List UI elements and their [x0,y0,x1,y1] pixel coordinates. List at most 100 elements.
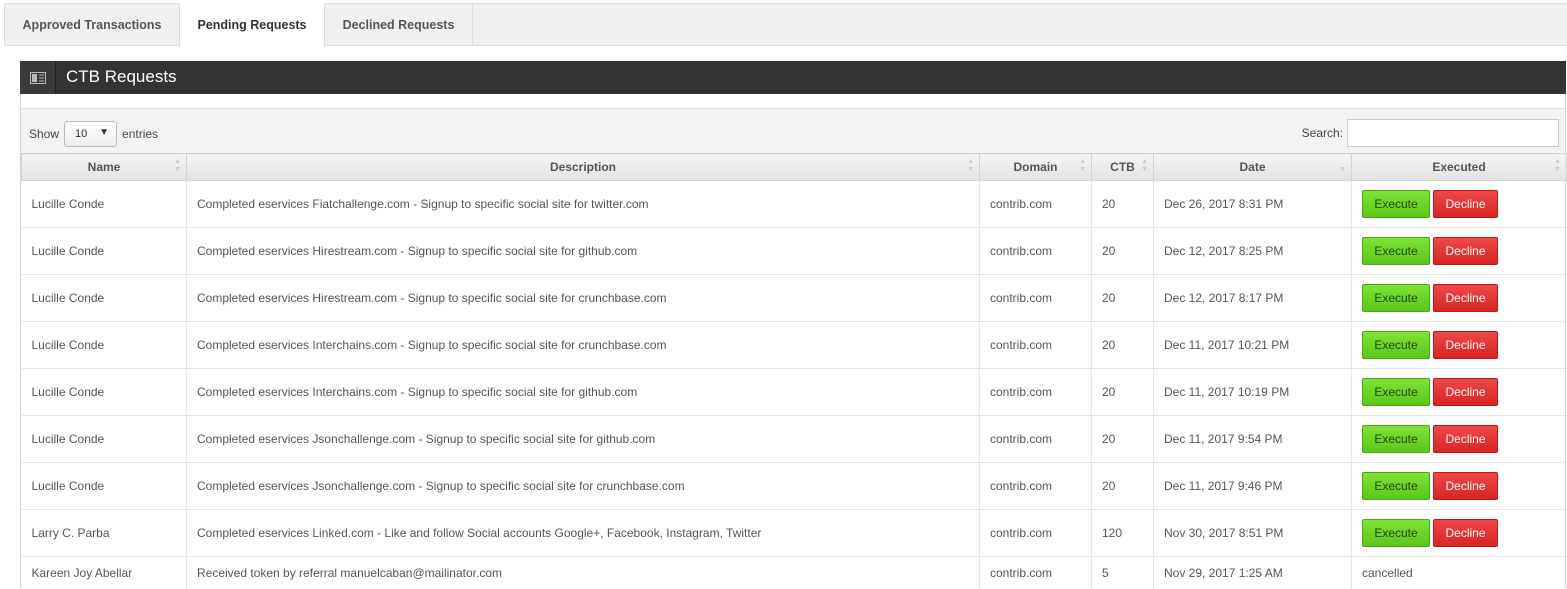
cell-name: Lucille Conde [21,227,187,275]
cell-executed-status: cancelled [1351,556,1567,589]
search-control: Search: [1302,119,1559,147]
sort-icon: ▲ ▼ [967,158,974,173]
cell-date: Nov 30, 2017 8:51 PM [1153,509,1352,557]
column-header-executed[interactable]: Executed ▲ ▼ [1351,153,1567,181]
cell-description: Completed eservices Fiatchallenge.com - … [186,180,980,228]
table-row: Lucille Conde Completed eservices Jsonch… [21,415,1567,463]
table-row: Lucille Conde Completed eservices Interc… [21,321,1567,369]
cell-ctb: 20 [1091,462,1154,510]
execute-button[interactable]: Execute [1362,284,1430,312]
tab-approved-transactions[interactable]: Approved Transactions [5,3,179,46]
cell-description: Completed eservices Linked.com - Like an… [186,509,980,557]
cell-date: Nov 29, 2017 1:25 AM [1153,556,1352,589]
table-row: Lucille Conde Completed eservices Hirest… [21,274,1567,322]
table-row: Lucille Conde Completed eservices Hirest… [21,227,1567,275]
cell-executed: Execute Decline [1351,368,1567,416]
cell-date: Dec 12, 2017 8:17 PM [1153,274,1352,322]
cell-ctb: 120 [1091,509,1154,557]
column-header-domain[interactable]: Domain ▲ ▼ [979,153,1092,181]
cell-name: Lucille Conde [21,462,187,510]
execute-button[interactable]: Execute [1362,425,1430,453]
decline-button[interactable]: Decline [1433,425,1498,453]
cell-date: Dec 26, 2017 8:31 PM [1153,180,1352,228]
entries-select[interactable]: 10 ▼ [64,121,118,147]
cell-executed: Execute Decline [1351,274,1567,322]
sort-icon: ▲ ▼ [174,158,181,173]
table-row: Lucille Conde Completed eservices Fiatch… [21,180,1567,228]
cell-name: Lucille Conde [21,368,187,416]
cell-executed: Execute Decline [1351,321,1567,369]
cell-domain: contrib.com [979,415,1092,463]
column-header-label: Date [1239,160,1266,174]
column-header-name[interactable]: Name ▲ ▼ [21,153,187,181]
cell-executed: Execute Decline [1351,462,1567,510]
cell-date: Dec 11, 2017 9:54 PM [1153,415,1352,463]
cell-date: Dec 12, 2017 8:25 PM [1153,227,1352,275]
search-input[interactable] [1347,119,1559,147]
cell-ctb: 20 [1091,321,1154,369]
column-header-label: Executed [1432,160,1486,174]
widget-body: Show 10 ▼ entries Search: Name ▲ ▼ Descrip… [20,94,1567,589]
cell-name: Lucille Conde [21,274,187,322]
tab-declined-requests[interactable]: Declined Requests [325,3,473,46]
execute-button[interactable]: Execute [1362,378,1430,406]
cell-domain: contrib.com [979,556,1092,589]
requests-table: Name ▲ ▼ Description ▲ ▼ Domain ▲ ▼ CTB ▲ ▼ Date… [21,153,1567,589]
cell-description: Completed eservices Hirestream.com - Sig… [186,227,980,275]
cell-name: Kareen Joy Abellar [21,556,187,589]
cell-domain: contrib.com [979,180,1092,228]
cell-description: Completed eservices Jsonchallenge.com - … [186,415,980,463]
cell-description: Completed eservices Jsonchallenge.com - … [186,462,980,510]
column-header-label: Description [549,160,616,174]
execute-button[interactable]: Execute [1362,331,1430,359]
cell-name: Larry C. Parba [21,509,187,557]
column-header-label: CTB [1110,160,1135,174]
cell-description: Completed eservices Interchains.com - Si… [186,368,980,416]
cell-domain: contrib.com [979,227,1092,275]
table-row: Kareen Joy Abellar Received token by ref… [21,556,1567,589]
cell-ctb: 20 [1091,180,1154,228]
execute-button[interactable]: Execute [1362,472,1430,500]
cell-date: Dec 11, 2017 9:46 PM [1153,462,1352,510]
decline-button[interactable]: Decline [1433,237,1498,265]
tab-pending-requests[interactable]: Pending Requests [179,3,325,47]
column-header-ctb[interactable]: CTB ▲ ▼ [1091,153,1154,181]
execute-button[interactable]: Execute [1362,237,1430,265]
decline-button[interactable]: Decline [1433,284,1498,312]
sort-icon: ▲ ▼ [1554,158,1561,173]
cell-ctb: 20 [1091,415,1154,463]
decline-button[interactable]: Decline [1433,472,1498,500]
decline-button[interactable]: Decline [1433,519,1498,547]
column-header-label: Domain [1013,160,1058,174]
widget-title: CTB Requests [66,67,177,86]
decline-button[interactable]: Decline [1433,190,1498,218]
table-row: Lucille Conde Completed eservices Jsonch… [21,462,1567,510]
cell-ctb: 20 [1091,227,1154,275]
cell-ctb: 20 [1091,274,1154,322]
cell-date: Dec 11, 2017 10:19 PM [1153,368,1352,416]
cell-description: Completed eservices Hirestream.com - Sig… [186,274,980,322]
column-header-description[interactable]: Description ▲ ▼ [186,153,980,181]
chevron-down-icon: ▼ [99,127,110,138]
tab-bar: Approved Transactions Pending Requests D… [4,3,1567,47]
execute-button[interactable]: Execute [1362,190,1430,218]
column-header-date[interactable]: Date ▼ [1153,153,1352,181]
cell-executed: Execute Decline [1351,227,1567,275]
table-toolbar: Show 10 ▼ entries Search: [21,108,1565,153]
cell-name: Lucille Conde [21,321,187,369]
sort-icon: ▲ ▼ [1079,158,1086,173]
cell-name: Lucille Conde [21,415,187,463]
widget-header: CTB Requests [20,61,1566,94]
cell-description: Completed eservices Interchains.com - Si… [186,321,980,369]
table-row: Larry C. Parba Completed eservices Linke… [21,509,1567,557]
decline-button[interactable]: Decline [1433,331,1498,359]
cell-domain: contrib.com [979,462,1092,510]
cell-executed: Execute Decline [1351,180,1567,228]
execute-button[interactable]: Execute [1362,519,1430,547]
decline-button[interactable]: Decline [1433,378,1498,406]
entries-select-value: 10 [75,128,88,140]
table-row: Lucille Conde Completed eservices Interc… [21,368,1567,416]
entries-label: entries [122,127,159,141]
cell-ctb: 20 [1091,368,1154,416]
search-label: Search: [1301,126,1343,140]
